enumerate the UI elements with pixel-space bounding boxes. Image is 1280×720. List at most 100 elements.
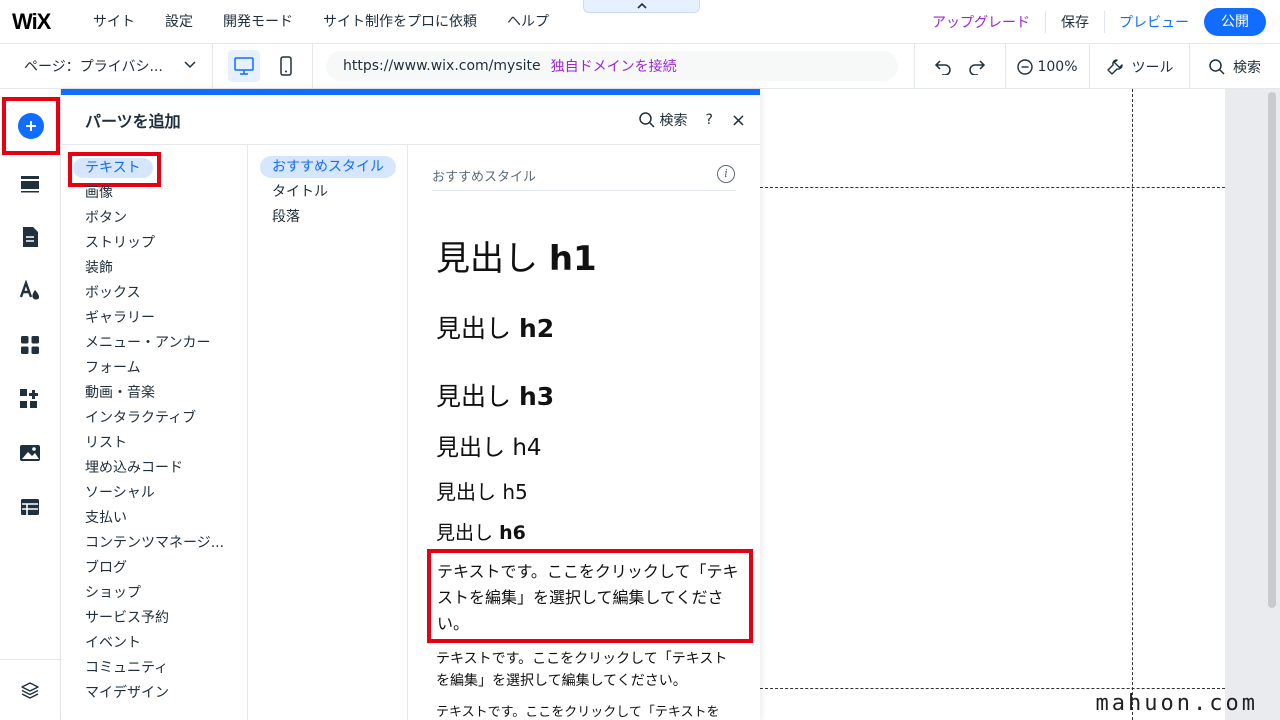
watermark: mahuon.com [1095, 691, 1258, 716]
zoom-control[interactable]: 100% [1006, 44, 1090, 89]
heading-h5-preset[interactable]: 見出し h5 [436, 476, 528, 505]
add-elements-button[interactable] [2, 97, 60, 155]
media-icon[interactable] [18, 441, 42, 465]
desktop-icon [233, 57, 254, 75]
section-guide-line [760, 688, 1225, 689]
upgrade-link[interactable]: アップグレード [917, 12, 1045, 32]
subcategory-paragraph[interactable]: 段落 [272, 206, 300, 228]
help-button[interactable]: ? [705, 112, 712, 128]
category-video-music[interactable]: 動画・音楽 [85, 383, 155, 403]
heading-text: 見出し [436, 480, 496, 504]
paragraph-small-preset[interactable]: テキストです。ここをクリックして「テキストを [436, 703, 746, 720]
subcategory-list: おすすめスタイル タイトル 段落 [248, 145, 408, 720]
category-button[interactable]: ボタン [85, 208, 127, 228]
pages-icon[interactable] [18, 225, 42, 249]
panel-header: パーツを追加 検索 ? × [61, 95, 760, 145]
layers-icon [21, 682, 39, 699]
category-decorative[interactable]: 装飾 [85, 258, 113, 278]
category-box[interactable]: ボックス [85, 283, 141, 303]
zoom-level: 100% [1037, 58, 1078, 75]
undo-icon[interactable] [934, 59, 952, 75]
category-list: テキスト 画像 ボタン ストリップ 装飾 ボックス ギャラリー メニュー・アンカ… [61, 145, 248, 720]
category-list[interactable]: リスト [85, 433, 127, 453]
category-social[interactable]: ソーシャル [85, 483, 155, 503]
save-button[interactable]: 保存 [1046, 12, 1104, 32]
tools-label: ツール [1131, 59, 1174, 76]
cms-icon[interactable] [18, 495, 42, 519]
heading-h4-preset[interactable]: 見出し h4 [436, 428, 542, 462]
heading-h1-preset[interactable]: 見出し h1 [436, 231, 597, 280]
highlight-outline [68, 152, 161, 187]
info-icon[interactable]: i [717, 165, 735, 183]
category-form[interactable]: フォーム [85, 358, 141, 378]
category-store[interactable]: ショップ [85, 583, 141, 603]
heading-h3-preset[interactable]: 見出し h3 [436, 377, 554, 413]
gridline-guide [1132, 89, 1133, 720]
canvas-scrollbar[interactable] [1268, 92, 1276, 608]
mobile-view-button[interactable] [274, 50, 298, 82]
wix-logo[interactable]: WiX [0, 9, 78, 35]
category-bookings[interactable]: サービス予約 [85, 608, 169, 628]
category-payments[interactable]: 支払い [85, 508, 127, 528]
category-blog[interactable]: ブログ [85, 558, 127, 578]
menu-site[interactable]: サイト [78, 0, 150, 44]
page-selector[interactable]: ページ：プライバシ... [0, 43, 213, 89]
paragraph-text: テキストです。ここをクリックして「テキストを編集」を選択して編集してください。 [437, 562, 739, 633]
redo-icon[interactable] [968, 59, 986, 75]
subcategory-title[interactable]: タイトル [272, 181, 328, 203]
preview-list: おすすめスタイル i 見出し h1 見出し h2 見出し h3 見出し h4 見… [408, 145, 760, 720]
site-canvas[interactable] [760, 89, 1225, 720]
menu-dev-mode[interactable]: 開発モード [208, 0, 308, 44]
layers-button[interactable] [0, 659, 60, 720]
tools-button[interactable]: ツール [1090, 44, 1190, 89]
category-strip[interactable]: ストリップ [85, 233, 155, 253]
desktop-view-button[interactable] [227, 50, 260, 82]
menu-hire-pro[interactable]: サイト制作をプロに依頼 [308, 0, 492, 44]
heading-text: 見出し [436, 314, 512, 343]
publish-button[interactable]: 公開 [1204, 8, 1266, 36]
collapse-topbar-tab[interactable] [583, 0, 700, 13]
plus-circle-icon [18, 113, 44, 139]
business-apps-icon[interactable] [18, 387, 42, 411]
category-image[interactable]: 画像 [85, 183, 113, 203]
connect-domain-link[interactable]: 独自ドメインを接続 [551, 56, 677, 76]
category-menu-anchor[interactable]: メニュー・アンカー [85, 333, 210, 353]
heading-tag: h3 [518, 382, 555, 411]
menu-help[interactable]: ヘルプ [492, 0, 564, 44]
preview-section-title: おすすめスタイル [432, 170, 537, 185]
editor-search-button[interactable]: 検索 [1190, 44, 1280, 89]
category-gallery[interactable]: ギャラリー [85, 308, 155, 328]
category-embed-code[interactable]: 埋め込みコード [85, 458, 183, 478]
heading-h6-preset[interactable]: 見出し h6 [436, 518, 526, 545]
category-cms[interactable]: コンテンツマネージ... [85, 533, 224, 553]
menu-settings[interactable]: 設定 [150, 0, 208, 44]
close-button[interactable]: × [731, 110, 746, 131]
search-icon [1209, 58, 1225, 75]
subcategory-recommended[interactable]: おすすめスタイル [260, 156, 396, 178]
paragraph-large-preset[interactable]: テキストです。ここをクリックして「テキストを編集」を選択して編集してください。 [427, 549, 753, 643]
mobile-icon [279, 56, 292, 76]
heading-tag: h2 [518, 314, 555, 343]
category-events[interactable]: イベント [85, 633, 141, 653]
category-community[interactable]: コミュニティ [85, 658, 168, 678]
site-url: https://www.wix.com/mysite [343, 58, 541, 74]
theme-design-icon[interactable] [18, 279, 42, 303]
chevron-up-icon [636, 3, 647, 9]
divider [432, 190, 736, 191]
heading-tag: h4 [512, 435, 542, 461]
add-elements-panel: パーツを追加 検索 ? × テキスト 画像 ボタン ストリップ 装飾 ボックス … [61, 89, 760, 720]
category-my-designs[interactable]: マイデザイン [85, 683, 169, 703]
wrench-icon [1106, 58, 1123, 75]
heading-h2-preset[interactable]: 見出し h2 [436, 309, 554, 345]
category-interactive[interactable]: インタラクティブ [85, 408, 196, 428]
device-switcher [213, 43, 313, 89]
panel-search-button[interactable]: 検索 [639, 110, 687, 130]
chevron-down-icon [184, 60, 196, 68]
add-section-icon[interactable] [18, 172, 42, 196]
app-market-icon[interactable] [18, 333, 42, 357]
panel-actions: 検索 ? × [639, 95, 746, 145]
paragraph-medium-preset[interactable]: テキストです。ここをクリックして「テキストを編集」を選択して編集してください。 [436, 648, 736, 692]
preview-button[interactable]: プレビュー [1105, 12, 1204, 32]
search-icon [639, 112, 655, 128]
heading-text: 見出し [436, 239, 538, 279]
